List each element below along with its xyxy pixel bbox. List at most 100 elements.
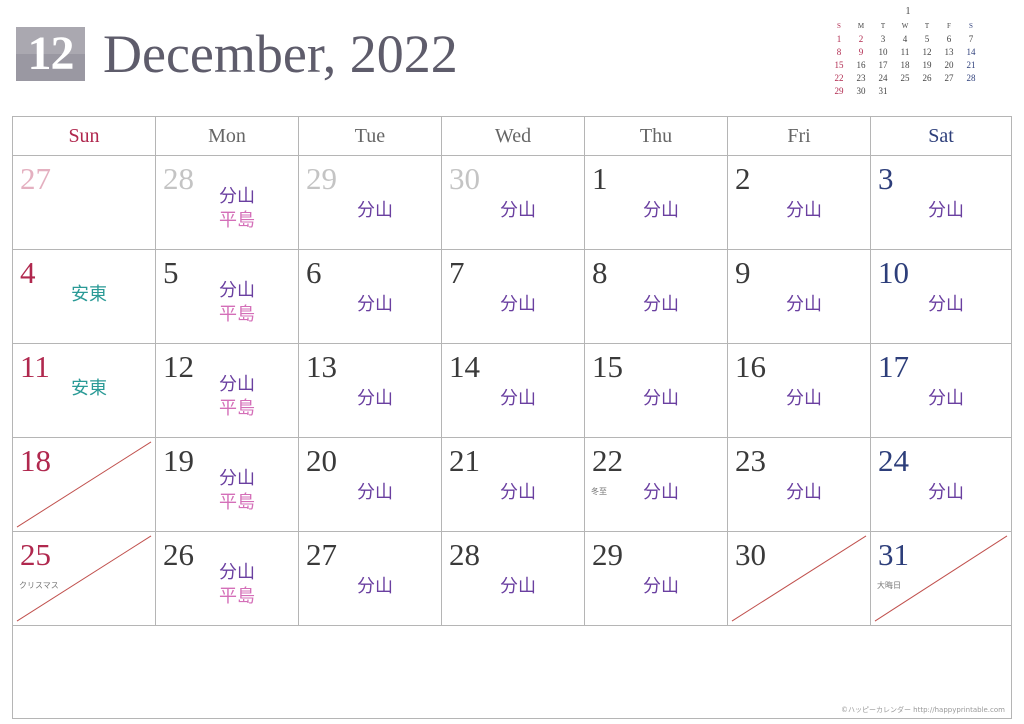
day-cell[interactable]: 12 分山 平島	[156, 344, 299, 438]
day-number: 17	[878, 349, 909, 384]
weekday-header-mon: Mon	[156, 117, 299, 156]
event-label: 分山	[643, 482, 679, 503]
day-cell[interactable]: 16 分山	[728, 344, 871, 438]
event-label: 分山	[928, 388, 964, 409]
month-number-badge: 12	[16, 27, 85, 81]
day-cell[interactable]: 29 分山	[299, 156, 442, 250]
day-cell[interactable]: 24 分山	[871, 438, 1011, 532]
mini-calendar-weekday: T	[924, 22, 930, 30]
day-cell[interactable]: 3 分山	[871, 156, 1011, 250]
event-list: 分山	[881, 387, 1011, 411]
mini-calendar-day: 9	[858, 47, 864, 57]
event-list: 分山	[452, 387, 584, 411]
closed-day-slash	[731, 535, 867, 622]
day-cell[interactable]: 2 分山	[728, 156, 871, 250]
event-label: 分山	[786, 294, 822, 315]
event-list: 分山	[309, 199, 441, 223]
day-cell[interactable]: 6 分山	[299, 250, 442, 344]
day-cell[interactable]: 20 分山	[299, 438, 442, 532]
day-cell[interactable]: 8 分山	[585, 250, 728, 344]
event-list: 分山	[595, 575, 727, 599]
event-label: 分山	[643, 576, 679, 597]
event-label: 分山	[500, 482, 536, 503]
day-cell[interactable]: 13 分山	[299, 344, 442, 438]
day-cell[interactable]: 5 分山 平島	[156, 250, 299, 344]
mini-calendar-day: 28	[966, 73, 976, 83]
day-cell[interactable]: 17 分山	[871, 344, 1011, 438]
day-cell[interactable]: 28 分山 平島	[156, 156, 299, 250]
day-number: 3	[878, 161, 894, 196]
event-list: 分山 平島	[176, 467, 298, 515]
day-cell[interactable]: 18	[13, 438, 156, 532]
day-cell[interactable]: 29 分山	[585, 532, 728, 626]
day-cell[interactable]: 9 分山	[728, 250, 871, 344]
event-label: 平島	[219, 210, 255, 231]
mini-calendar-weekday: S	[969, 22, 973, 30]
mini-calendar-day	[938, 85, 960, 98]
event-label: 分山	[219, 468, 255, 489]
day-number: 27	[306, 537, 337, 572]
day-cell[interactable]: 15 分山	[585, 344, 728, 438]
day-cell[interactable]: 10 分山	[871, 250, 1011, 344]
day-cell[interactable]: 19 分山 平島	[156, 438, 299, 532]
event-list: 分山	[881, 293, 1011, 317]
slash-line	[16, 441, 152, 528]
mini-calendar-day: 24	[878, 73, 888, 83]
day-number: 1	[592, 161, 608, 196]
mini-calendar-day: 29	[834, 86, 844, 96]
day-cell[interactable]: 30	[728, 532, 871, 626]
mini-calendar-day	[894, 85, 916, 98]
event-list: 分山	[309, 293, 441, 317]
day-cell[interactable]: 21 分山	[442, 438, 585, 532]
day-cell[interactable]: 11 安東	[13, 344, 156, 438]
event-label: 平島	[219, 398, 255, 419]
day-number: 22	[592, 443, 623, 478]
notes-area[interactable]: ©ハッピーカレンダー http://happyprintable.com	[13, 626, 1011, 718]
event-list: 分山	[452, 481, 584, 505]
day-cell[interactable]: 23 分山	[728, 438, 871, 532]
event-list: 分山	[595, 293, 727, 317]
day-number: 15	[592, 349, 623, 384]
mini-calendar-day: 13	[944, 47, 954, 57]
event-label: 分山	[928, 200, 964, 221]
day-cell[interactable]: 31 大晦日	[871, 532, 1011, 626]
event-label: 分山	[219, 186, 255, 207]
day-cell[interactable]: 27 分山	[299, 532, 442, 626]
event-label: 分山	[357, 576, 393, 597]
event-label: 分山	[500, 200, 536, 221]
mini-calendar-weekday: W	[901, 22, 909, 30]
day-cell[interactable]: 27	[13, 156, 156, 250]
day-cell[interactable]: 30 分山	[442, 156, 585, 250]
day-number: 28	[449, 537, 480, 572]
day-cell[interactable]: 25 クリスマス	[13, 532, 156, 626]
event-label: 分山	[643, 294, 679, 315]
mini-calendar-week: 15 16 17 18 19 20 21	[828, 59, 982, 72]
mini-calendar-day: 6	[946, 34, 952, 44]
event-label: 分山	[500, 388, 536, 409]
mini-calendar-month: 1	[905, 6, 911, 17]
event-list: 分山	[738, 481, 870, 505]
day-cell[interactable]: 7 分山	[442, 250, 585, 344]
mini-calendar-day	[960, 85, 982, 98]
event-label: 分山	[786, 388, 822, 409]
mini-calendar-day: 14	[966, 47, 976, 57]
event-label: 分山	[643, 200, 679, 221]
event-label: 分山	[500, 576, 536, 597]
day-cell[interactable]: 22 冬至 分山	[585, 438, 728, 532]
mini-calendar-week: 22 23 24 25 26 27 28	[828, 72, 982, 85]
day-number: 2	[735, 161, 751, 196]
day-number: 20	[306, 443, 337, 478]
mini-calendar-day: 18	[900, 60, 910, 70]
event-list: 分山	[595, 199, 727, 223]
day-cell[interactable]: 28 分山	[442, 532, 585, 626]
day-cell[interactable]: 26 分山 平島	[156, 532, 299, 626]
weekday-header-fri: Fri	[728, 117, 871, 156]
mini-calendar-day	[916, 85, 938, 98]
event-list: 分山	[309, 481, 441, 505]
day-cell[interactable]: 4 安東	[13, 250, 156, 344]
mini-calendar-day: 2	[858, 34, 864, 44]
day-cell[interactable]: 14 分山	[442, 344, 585, 438]
day-cell[interactable]: 1 分山	[585, 156, 728, 250]
event-list: 分山	[738, 387, 870, 411]
event-list: 分山 平島	[176, 279, 298, 327]
